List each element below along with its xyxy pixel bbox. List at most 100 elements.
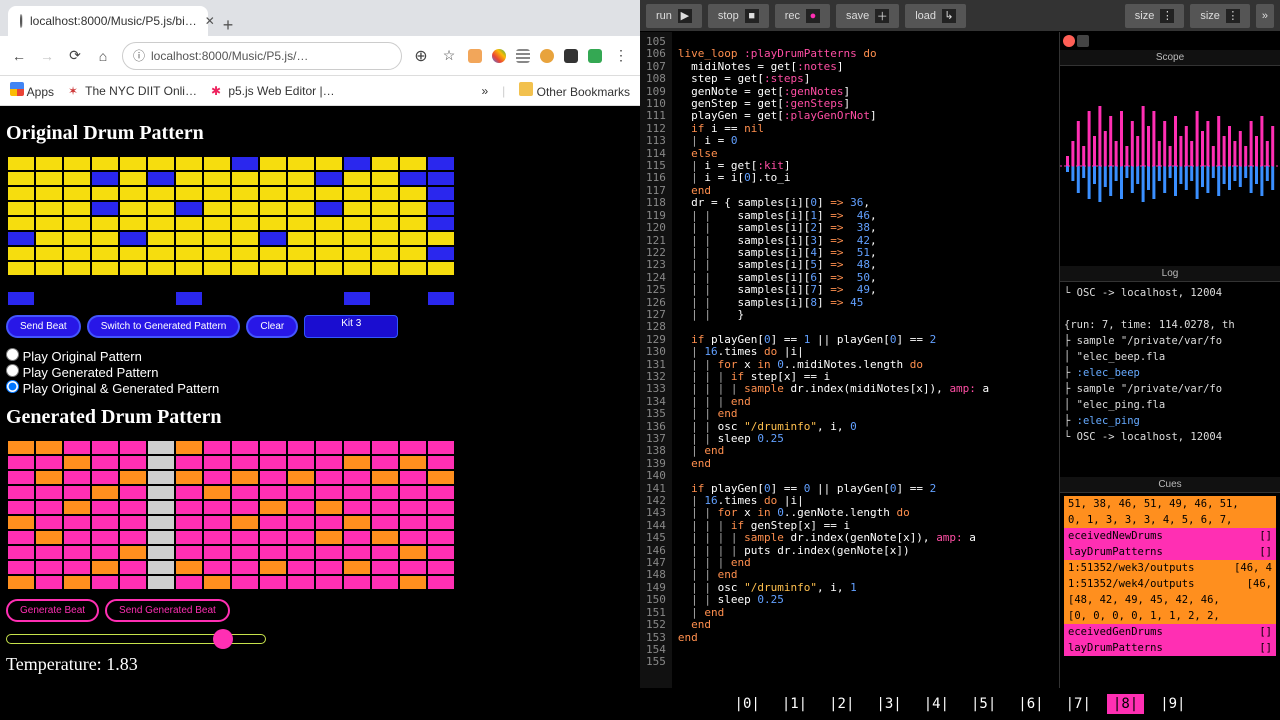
grid-cell[interactable] xyxy=(343,560,371,575)
grid-cell[interactable] xyxy=(399,261,427,276)
grid-cell[interactable] xyxy=(119,231,147,246)
grid-cell[interactable] xyxy=(203,261,231,276)
grid-cell[interactable] xyxy=(119,246,147,261)
grid-cell[interactable] xyxy=(35,291,63,306)
grid-cell[interactable] xyxy=(399,201,427,216)
grid-cell[interactable] xyxy=(91,470,119,485)
grid-cell[interactable] xyxy=(427,171,455,186)
grid-cell[interactable] xyxy=(343,216,371,231)
grid-cell[interactable] xyxy=(175,575,203,590)
grid-cell[interactable] xyxy=(35,470,63,485)
grid-cell[interactable] xyxy=(203,485,231,500)
grid-cell[interactable] xyxy=(63,231,91,246)
grid-cell[interactable] xyxy=(287,545,315,560)
bookmark-nyc[interactable]: ✶ The NYC DIIT Onli… xyxy=(68,84,197,98)
grid-cell[interactable] xyxy=(427,455,455,470)
grid-cell[interactable] xyxy=(343,156,371,171)
grid-cell[interactable] xyxy=(91,216,119,231)
grid-cell[interactable] xyxy=(35,201,63,216)
menu-icon[interactable]: ⋮ xyxy=(612,47,630,64)
grid-cell[interactable] xyxy=(315,231,343,246)
grid-cell[interactable] xyxy=(63,500,91,515)
close-icon[interactable]: ✕ xyxy=(205,14,215,28)
grid-cell[interactable] xyxy=(371,201,399,216)
buffer-tab[interactable]: |1| xyxy=(776,694,813,714)
grid-cell[interactable] xyxy=(203,201,231,216)
size2-button[interactable]: size⋮ xyxy=(1190,4,1250,28)
code-area[interactable]: live_loop :playDrumPatterns do midiNotes… xyxy=(672,32,995,688)
save-button[interactable]: save＋ xyxy=(836,4,899,28)
grid-cell[interactable] xyxy=(119,291,147,306)
grid-cell[interactable] xyxy=(119,545,147,560)
stop-button[interactable]: stop■ xyxy=(708,4,769,28)
grid-cell[interactable] xyxy=(315,261,343,276)
grid-cell[interactable] xyxy=(315,545,343,560)
grid-cell[interactable] xyxy=(175,156,203,171)
grid-cell[interactable] xyxy=(287,246,315,261)
grid-cell[interactable] xyxy=(63,560,91,575)
grid-cell[interactable] xyxy=(175,485,203,500)
grid-cell[interactable] xyxy=(7,485,35,500)
grid-cell[interactable] xyxy=(287,231,315,246)
grid-cell[interactable] xyxy=(91,156,119,171)
min-panel-icon[interactable] xyxy=(1077,35,1089,47)
grid-cell[interactable] xyxy=(399,291,427,306)
grid-cell[interactable] xyxy=(35,575,63,590)
grid-cell[interactable] xyxy=(315,186,343,201)
grid-cell[interactable] xyxy=(203,231,231,246)
grid-cell[interactable] xyxy=(371,216,399,231)
grid-cell[interactable] xyxy=(259,575,287,590)
grid-cell[interactable] xyxy=(231,216,259,231)
grid-cell[interactable] xyxy=(63,276,91,291)
grid-cell[interactable] xyxy=(399,231,427,246)
grid-cell[interactable] xyxy=(175,261,203,276)
grid-cell[interactable] xyxy=(35,530,63,545)
grid-cell[interactable] xyxy=(119,485,147,500)
grid-cell[interactable] xyxy=(7,186,35,201)
grid-cell[interactable] xyxy=(231,291,259,306)
grid-cell[interactable] xyxy=(259,500,287,515)
grid-cell[interactable] xyxy=(427,485,455,500)
grid-generated[interactable] xyxy=(6,439,634,591)
address-bar[interactable]: ⓘ localhost:8000/Music/P5.js/… xyxy=(122,42,402,70)
grid-cell[interactable] xyxy=(91,575,119,590)
grid-cell[interactable] xyxy=(371,276,399,291)
grid-cell[interactable] xyxy=(35,485,63,500)
ext-icon[interactable] xyxy=(540,49,554,63)
grid-cell[interactable] xyxy=(315,171,343,186)
grid-cell[interactable] xyxy=(175,201,203,216)
grid-cell[interactable] xyxy=(231,545,259,560)
grid-cell[interactable] xyxy=(343,500,371,515)
grid-cell[interactable] xyxy=(427,545,455,560)
grid-cell[interactable] xyxy=(147,171,175,186)
grid-cell[interactable] xyxy=(343,575,371,590)
grid-cell[interactable] xyxy=(175,515,203,530)
grid-cell[interactable] xyxy=(343,455,371,470)
switch-pattern-button[interactable]: Switch to Generated Pattern xyxy=(87,315,241,338)
grid-cell[interactable] xyxy=(91,291,119,306)
buffer-tab[interactable]: |4| xyxy=(918,694,955,714)
send-beat-button[interactable]: Send Beat xyxy=(6,315,81,338)
grid-cell[interactable] xyxy=(371,470,399,485)
grid-cell[interactable] xyxy=(203,156,231,171)
code-editor[interactable]: 105 106 107 108 109 110 111 112 113 114 … xyxy=(640,32,1060,688)
grid-cell[interactable] xyxy=(231,470,259,485)
grid-cell[interactable] xyxy=(287,455,315,470)
grid-cell[interactable] xyxy=(91,261,119,276)
grid-cell[interactable] xyxy=(259,291,287,306)
grid-cell[interactable] xyxy=(147,231,175,246)
grid-cell[interactable] xyxy=(175,231,203,246)
grid-cell[interactable] xyxy=(175,276,203,291)
grid-cell[interactable] xyxy=(343,171,371,186)
forward-icon[interactable]: → xyxy=(38,48,56,64)
grid-cell[interactable] xyxy=(147,470,175,485)
grid-cell[interactable] xyxy=(371,156,399,171)
grid-cell[interactable] xyxy=(203,455,231,470)
grid-cell[interactable] xyxy=(287,216,315,231)
grid-cell[interactable] xyxy=(231,231,259,246)
grid-cell[interactable] xyxy=(315,560,343,575)
grid-cell[interactable] xyxy=(203,545,231,560)
cues-view[interactable]: 51, 38, 46, 51, 49, 46, 51,0, 1, 3, 3, 3… xyxy=(1060,493,1280,688)
grid-cell[interactable] xyxy=(91,186,119,201)
grid-cell[interactable] xyxy=(287,515,315,530)
